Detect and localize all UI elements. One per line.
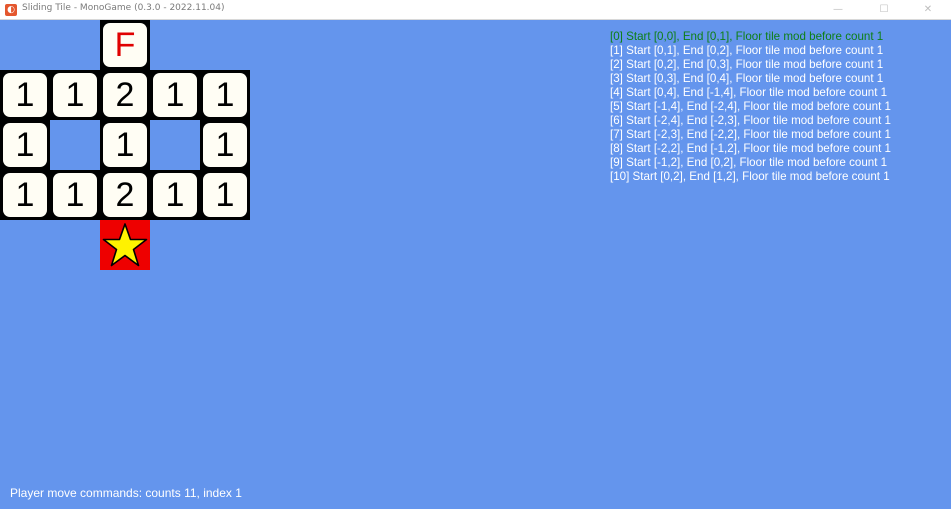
move-log: [0] Start [0,0], End [0,1], Floor tile m… bbox=[610, 30, 891, 184]
floor-tile-count: 1 bbox=[153, 73, 197, 117]
floor-cell: 1 bbox=[0, 120, 50, 170]
floor-cell: 2 bbox=[100, 170, 150, 220]
floor-cell: 2 bbox=[100, 70, 150, 120]
move-log-line: [6] Start [-2,4], End [-2,3], Floor tile… bbox=[610, 114, 891, 127]
floor-tile-count: 1 bbox=[103, 123, 147, 167]
floor-tile-count: 1 bbox=[3, 123, 47, 167]
empty-gap bbox=[50, 120, 100, 170]
move-log-line: [4] Start [0,4], End [-1,4], Floor tile … bbox=[610, 86, 888, 99]
move-log-line: [7] Start [-2,3], End [-2,2], Floor tile… bbox=[610, 128, 891, 141]
move-log-line: [2] Start [0,2], End [0,3], Floor tile m… bbox=[610, 58, 884, 71]
app-window: ◐ Sliding Tile - MonoGame (0.3.0 - 2022.… bbox=[0, 0, 951, 509]
move-log-line: [0] Start [0,0], End [0,1], Floor tile m… bbox=[610, 30, 884, 43]
floor-tile-count: 1 bbox=[53, 173, 97, 217]
empty-gap bbox=[150, 120, 200, 170]
player-goal-cell bbox=[100, 220, 150, 270]
wall-cell bbox=[50, 120, 100, 170]
finish-cell: F bbox=[100, 20, 150, 70]
floor-cell: 1 bbox=[50, 70, 100, 120]
floor-cell: 1 bbox=[50, 170, 100, 220]
floor-tile-count: 2 bbox=[103, 173, 147, 217]
floor-tile-count: 1 bbox=[3, 173, 47, 217]
floor-cell: 1 bbox=[100, 120, 150, 170]
floor-cell: 1 bbox=[200, 120, 250, 170]
game-canvas[interactable]: F 1 1 2 1 1 1 1 1 1 1 2 1 1 [0] Start [0… bbox=[0, 20, 951, 509]
floor-cell: 1 bbox=[0, 170, 50, 220]
move-log-line: [1] Start [0,1], End [0,2], Floor tile m… bbox=[610, 44, 884, 57]
floor-tile-count: 2 bbox=[103, 73, 147, 117]
close-button[interactable]: ✕ bbox=[905, 0, 951, 20]
move-log-line: [10] Start [0,2], End [1,2], Floor tile … bbox=[610, 170, 890, 183]
floor-cell: 1 bbox=[150, 170, 200, 220]
star-icon bbox=[102, 223, 148, 267]
floor-cell: 1 bbox=[0, 70, 50, 120]
floor-tile-count: 1 bbox=[203, 123, 247, 167]
floor-cell: 1 bbox=[200, 170, 250, 220]
move-log-line: [8] Start [-2,2], End [-1,2], Floor tile… bbox=[610, 142, 891, 155]
move-log-line: [3] Start [0,3], End [0,4], Floor tile m… bbox=[610, 72, 884, 85]
floor-tile-count: 1 bbox=[203, 73, 247, 117]
move-log-line: [9] Start [-1,2], End [0,2], Floor tile … bbox=[610, 156, 888, 169]
minimize-button[interactable]: — bbox=[815, 0, 861, 20]
floor-cell: 1 bbox=[150, 70, 200, 120]
floor-cell: 1 bbox=[200, 70, 250, 120]
floor-tile-count: 1 bbox=[53, 73, 97, 117]
floor-tile-count: 1 bbox=[153, 173, 197, 217]
wall-cell bbox=[150, 120, 200, 170]
finish-tile-label: F bbox=[103, 23, 147, 67]
title-bar[interactable]: ◐ Sliding Tile - MonoGame (0.3.0 - 2022.… bbox=[0, 0, 951, 20]
floor-tile-count: 1 bbox=[3, 73, 47, 117]
floor-tile-count: 1 bbox=[203, 173, 247, 217]
window-title: Sliding Tile - MonoGame (0.3.0 - 2022.11… bbox=[22, 3, 225, 13]
monogame-logo-icon: ◐ bbox=[5, 4, 17, 16]
maximize-button[interactable]: ☐ bbox=[861, 0, 907, 20]
status-text: Player move commands: counts 11, index 1 bbox=[10, 486, 242, 500]
move-log-line: [5] Start [-1,4], End [-2,4], Floor tile… bbox=[610, 100, 891, 113]
